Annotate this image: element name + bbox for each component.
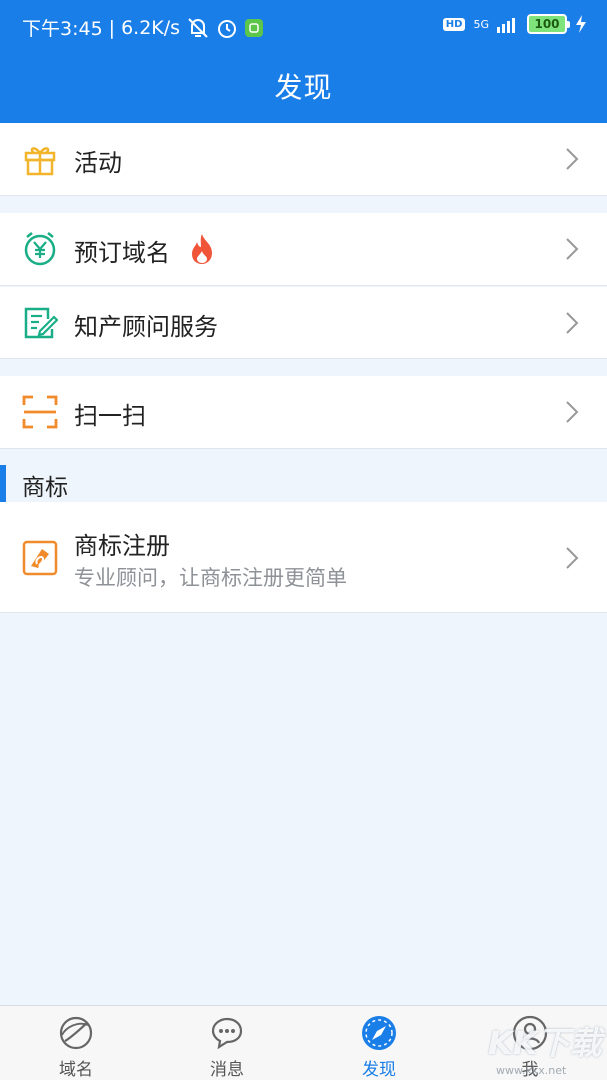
list-item-reserve-domain[interactable]: 预订域名 [0,213,607,286]
status-left: 下午3:45 | 6.2K/s [22,14,264,41]
trademark-register-label: 商标注册 [74,532,170,560]
tab-label: 发现 [362,1060,396,1080]
compass-icon [362,1016,396,1050]
scan-label: 扫一扫 [74,402,146,430]
scan-icon [22,395,58,429]
section-title: 商标 [22,475,68,501]
status-bar: 下午3:45 | 6.2K/s HD 5G 100 [0,0,607,52]
app-notification-icon [245,18,264,37]
status-separator: | [108,16,116,39]
alarm-icon [218,19,237,38]
trademark-register-subtitle: 专业顾问，让商标注册更简单 [74,566,347,590]
tab-label: 域名 [59,1060,93,1080]
network-type: 5G [473,17,489,31]
status-time: 下午3:45 [22,18,103,40]
hd-badge: HD [442,17,466,31]
list-item-ip-consult[interactable]: 知产顾问服务 [0,287,607,359]
chevron-right-icon [566,148,579,170]
signal-icon [497,18,515,33]
list-item-trademark-register[interactable]: 商标注册 专业顾问，让商标注册更简单 [0,502,607,613]
tab-domain[interactable]: 域名 [1,1006,151,1080]
tab-label: 消息 [210,1060,244,1080]
section-accent-bar [0,465,6,502]
reserve-domain-label: 预订域名 [74,239,170,267]
page-title: 发现 [274,71,333,104]
chevron-right-icon [566,238,579,260]
status-speed: 6.2K/s [121,16,181,39]
trademark-icon [22,540,58,576]
activity-label: 活动 [74,149,122,177]
ip-consult-label: 知产顾问服务 [74,313,218,341]
list-item-activity[interactable]: 活动 [0,123,607,196]
chevron-right-icon [566,312,579,334]
yuan-clock-icon [24,232,56,266]
list-item-scan[interactable]: 扫一扫 [0,376,607,449]
status-right: HD 5G 100 [442,14,587,34]
watermark-url: www.kkx.net [496,1064,567,1077]
charging-icon [576,15,586,33]
top-bar: 下午3:45 | 6.2K/s HD 5G 100 发现 [0,0,607,123]
tab-discover[interactable]: 发现 [304,1006,454,1080]
chevron-right-icon [566,401,579,423]
gift-icon [24,147,56,176]
document-edit-icon [24,307,58,339]
trademark-section-header: 商标 [0,465,607,502]
fire-icon [192,234,212,264]
chevron-right-icon [566,547,579,569]
watermark-logo: KK下载 [488,1024,602,1062]
globe-icon [59,1016,93,1050]
battery-icon: 100 [527,14,570,34]
mute-bell-icon [188,17,208,38]
chat-icon [211,1017,243,1050]
tab-messages[interactable]: 消息 [152,1006,302,1080]
